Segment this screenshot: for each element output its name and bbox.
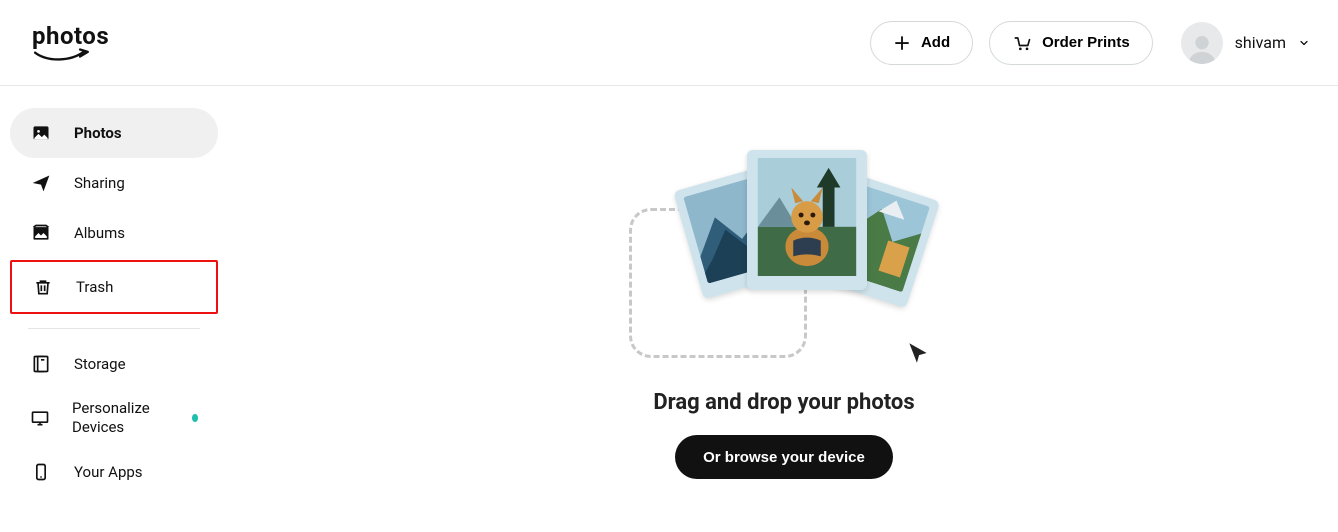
plus-icon	[893, 34, 911, 52]
order-prints-label: Order Prints	[1042, 34, 1130, 51]
order-prints-button[interactable]: Order Prints	[989, 21, 1153, 65]
chevron-down-icon	[1298, 37, 1310, 49]
browse-device-label: Or browse your device	[703, 449, 865, 466]
send-icon	[30, 173, 52, 193]
header: photos Add Order Prints shivam	[0, 0, 1338, 86]
album-icon	[30, 223, 52, 243]
dropzone-headline: Drag and drop your photos	[653, 390, 914, 415]
cursor-icon	[905, 340, 931, 366]
sidebar-item-label: Trash	[76, 278, 113, 296]
account-name: shivam	[1235, 33, 1286, 52]
account-menu[interactable]: shivam	[1181, 22, 1310, 64]
app-logo[interactable]: photos	[32, 22, 109, 64]
sample-photo-center	[747, 150, 867, 290]
trash-icon	[32, 277, 54, 297]
monitor-icon	[30, 408, 50, 428]
sidebar-item-label: Albums	[74, 224, 125, 242]
sidebar: Photos Sharing Albums Trash	[0, 86, 230, 497]
sidebar-separator	[28, 328, 200, 329]
dropzone-illustration	[629, 146, 939, 366]
sidebar-item-sharing[interactable]: Sharing	[10, 158, 218, 208]
main-dropzone[interactable]: Drag and drop your photos Or browse your…	[230, 86, 1338, 497]
storage-icon	[30, 354, 52, 374]
sidebar-item-trash[interactable]: Trash	[12, 262, 216, 312]
sidebar-item-photos[interactable]: Photos	[10, 108, 218, 158]
sidebar-item-your-apps[interactable]: Your Apps	[10, 447, 218, 497]
sidebar-item-label: Storage	[74, 355, 126, 373]
avatar-icon	[1181, 22, 1223, 64]
sidebar-item-label: Your Apps	[74, 463, 143, 481]
sidebar-item-label: Photos	[74, 124, 122, 142]
sidebar-item-albums[interactable]: Albums	[10, 208, 218, 258]
phone-icon	[30, 462, 52, 482]
logo-text: photos	[32, 22, 109, 50]
sidebar-item-storage[interactable]: Storage	[10, 339, 218, 389]
add-button[interactable]: Add	[870, 21, 973, 65]
logo-swoosh-icon	[32, 48, 94, 64]
notification-dot-icon	[192, 414, 198, 422]
photo-icon	[30, 123, 52, 143]
sidebar-item-personalize-devices[interactable]: Personalize Devices	[10, 389, 218, 447]
add-button-label: Add	[921, 34, 950, 51]
browse-device-button[interactable]: Or browse your device	[675, 435, 893, 479]
cart-icon	[1012, 33, 1032, 53]
highlight-trash: Trash	[10, 260, 218, 314]
sidebar-item-label: Personalize Devices	[72, 399, 170, 437]
sidebar-item-label: Sharing	[74, 174, 125, 192]
